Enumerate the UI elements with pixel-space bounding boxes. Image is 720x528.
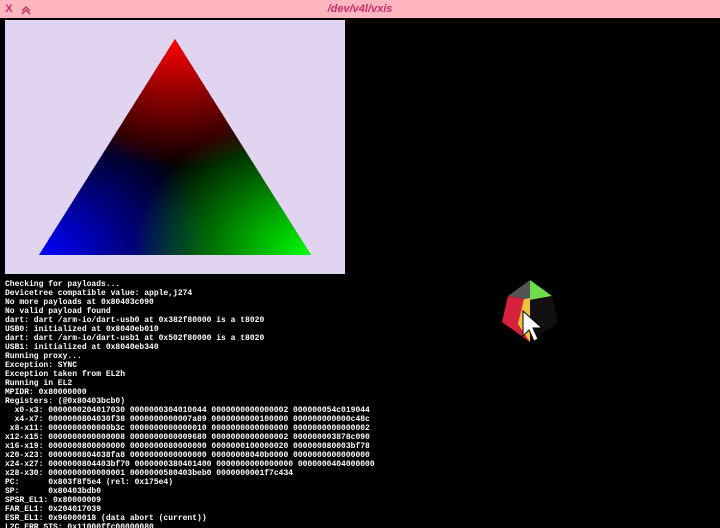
close-glyph: X xyxy=(5,3,12,15)
rgb-triangle-icon xyxy=(35,35,315,259)
mouse-cursor-icon xyxy=(522,310,546,344)
framebuffer-panel xyxy=(5,20,345,274)
window-titlebar: X /dev/v4l/vxis xyxy=(0,0,720,18)
content-area: Checking for payloads... Devicetree comp… xyxy=(0,18,720,528)
window-title: /dev/v4l/vxis xyxy=(328,3,393,15)
console-output: Checking for payloads... Devicetree comp… xyxy=(5,280,716,528)
chevron-up-icon[interactable] xyxy=(18,1,34,17)
close-icon[interactable]: X xyxy=(1,1,17,17)
